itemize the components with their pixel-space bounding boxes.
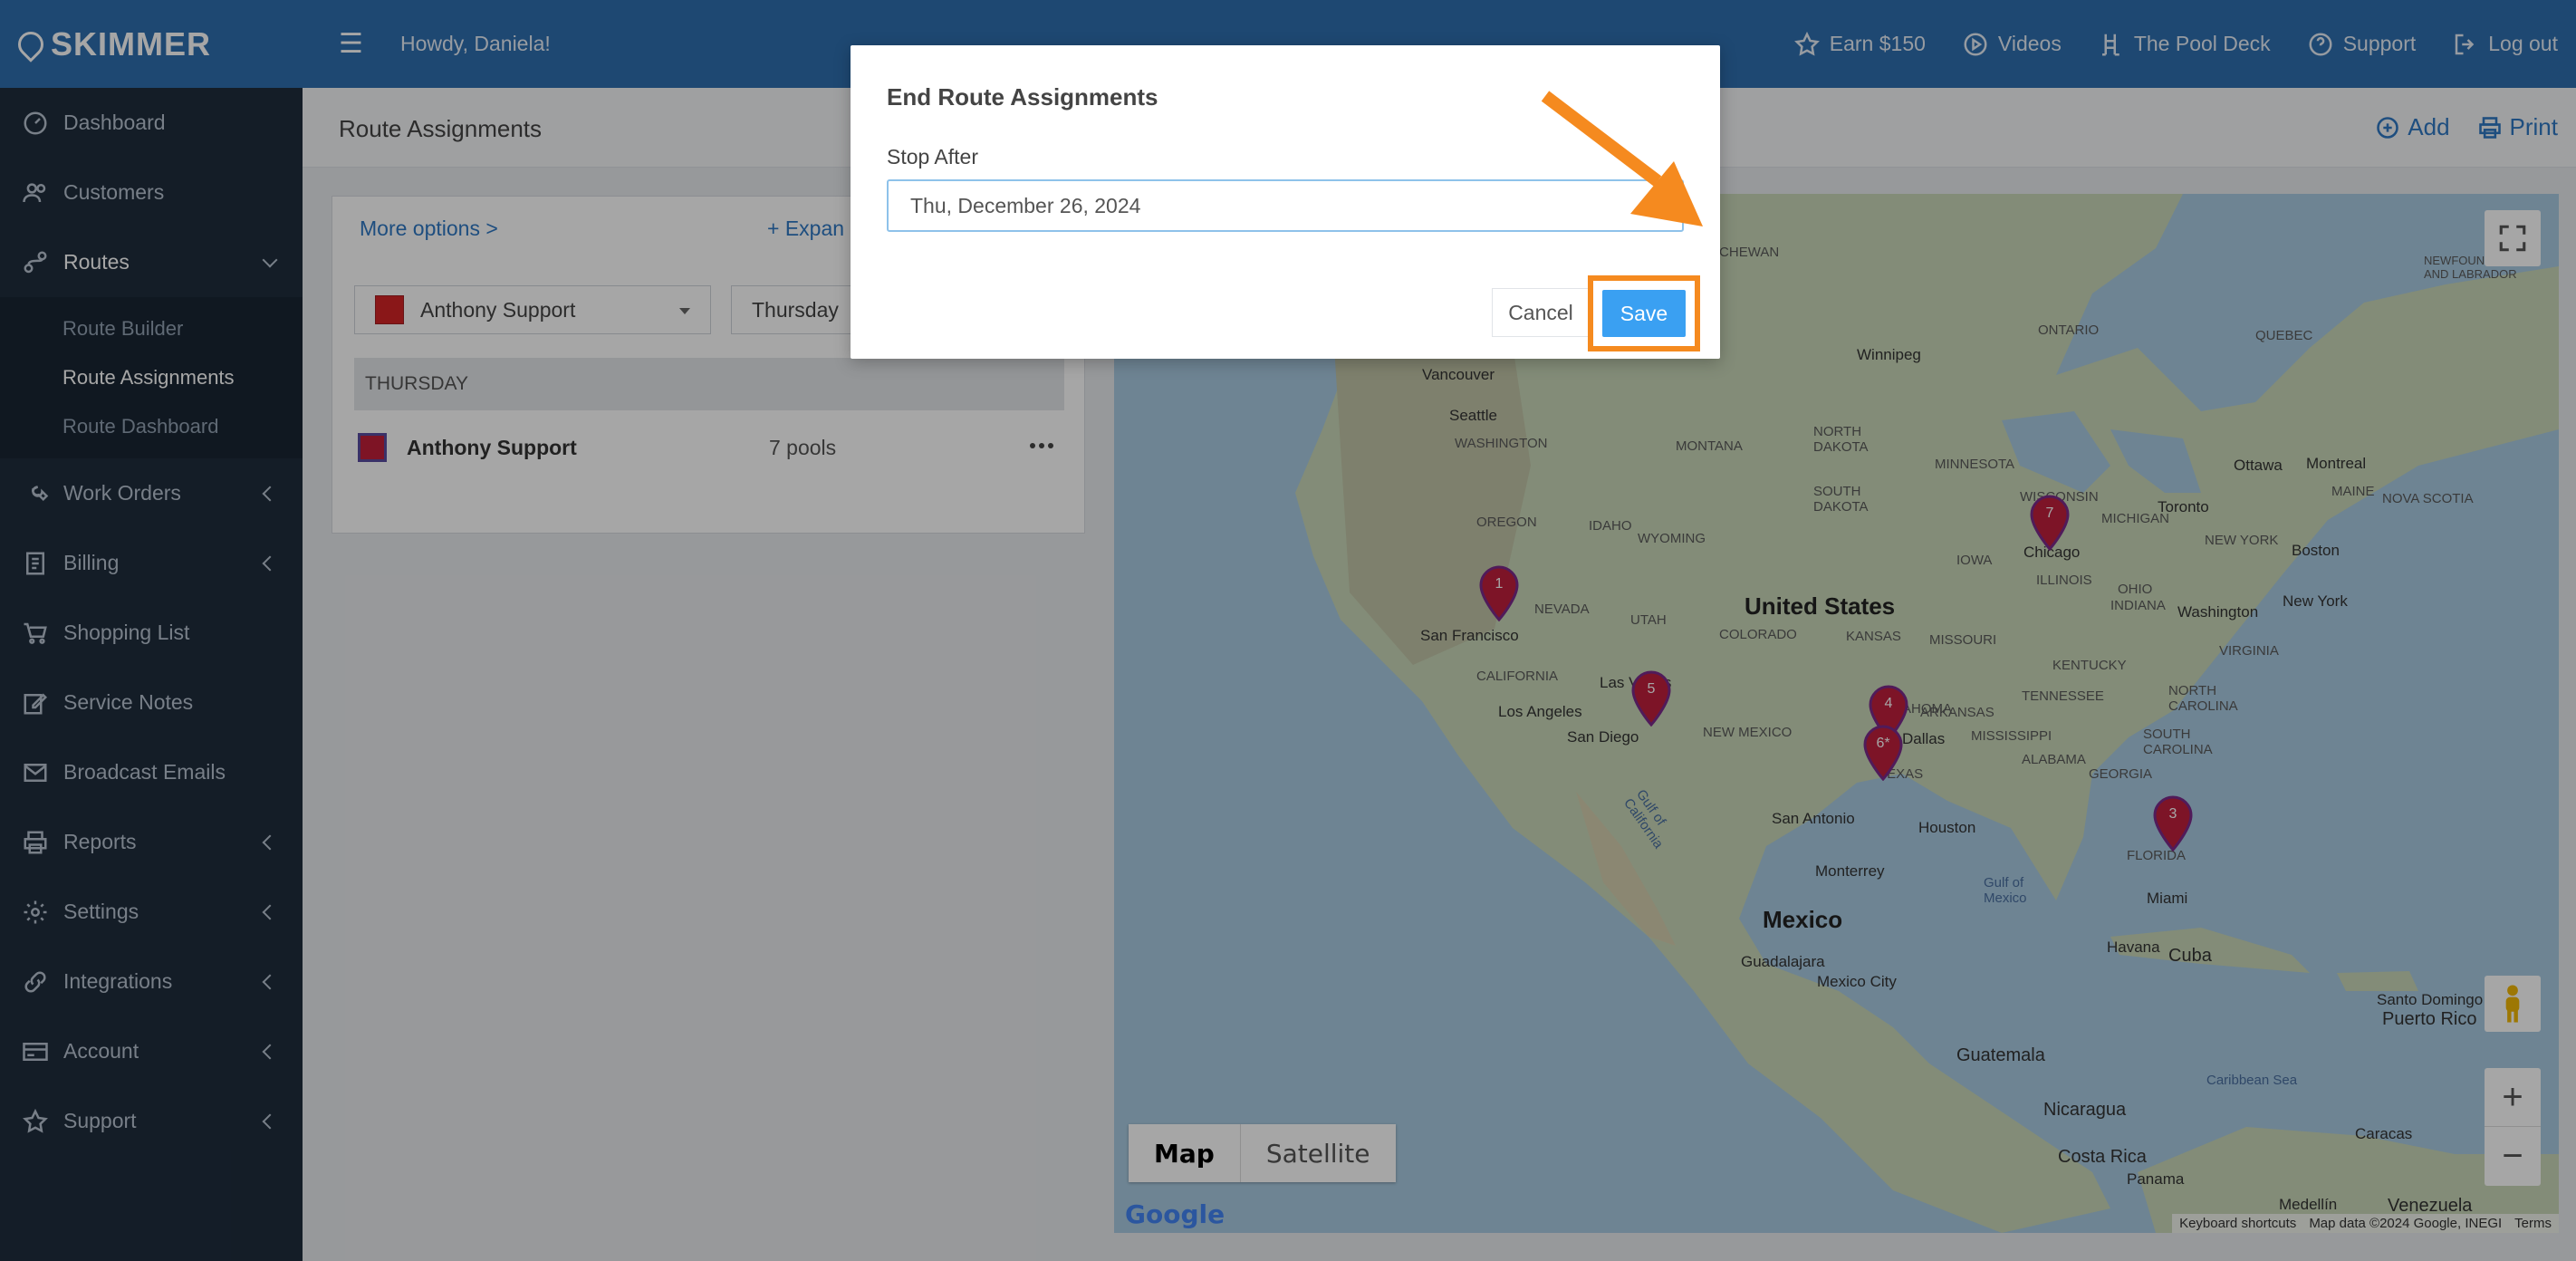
stop-after-date-value: Thu, December 26, 2024: [910, 193, 1141, 217]
save-button[interactable]: Save: [1602, 290, 1686, 337]
stop-after-label: Stop After: [887, 145, 979, 168]
annotation-arrow-icon: [1541, 91, 1703, 226]
cancel-button[interactable]: Cancel: [1492, 288, 1590, 337]
modal-title: End Route Assignments: [887, 83, 1158, 111]
save-highlight-box: Save: [1588, 275, 1700, 351]
